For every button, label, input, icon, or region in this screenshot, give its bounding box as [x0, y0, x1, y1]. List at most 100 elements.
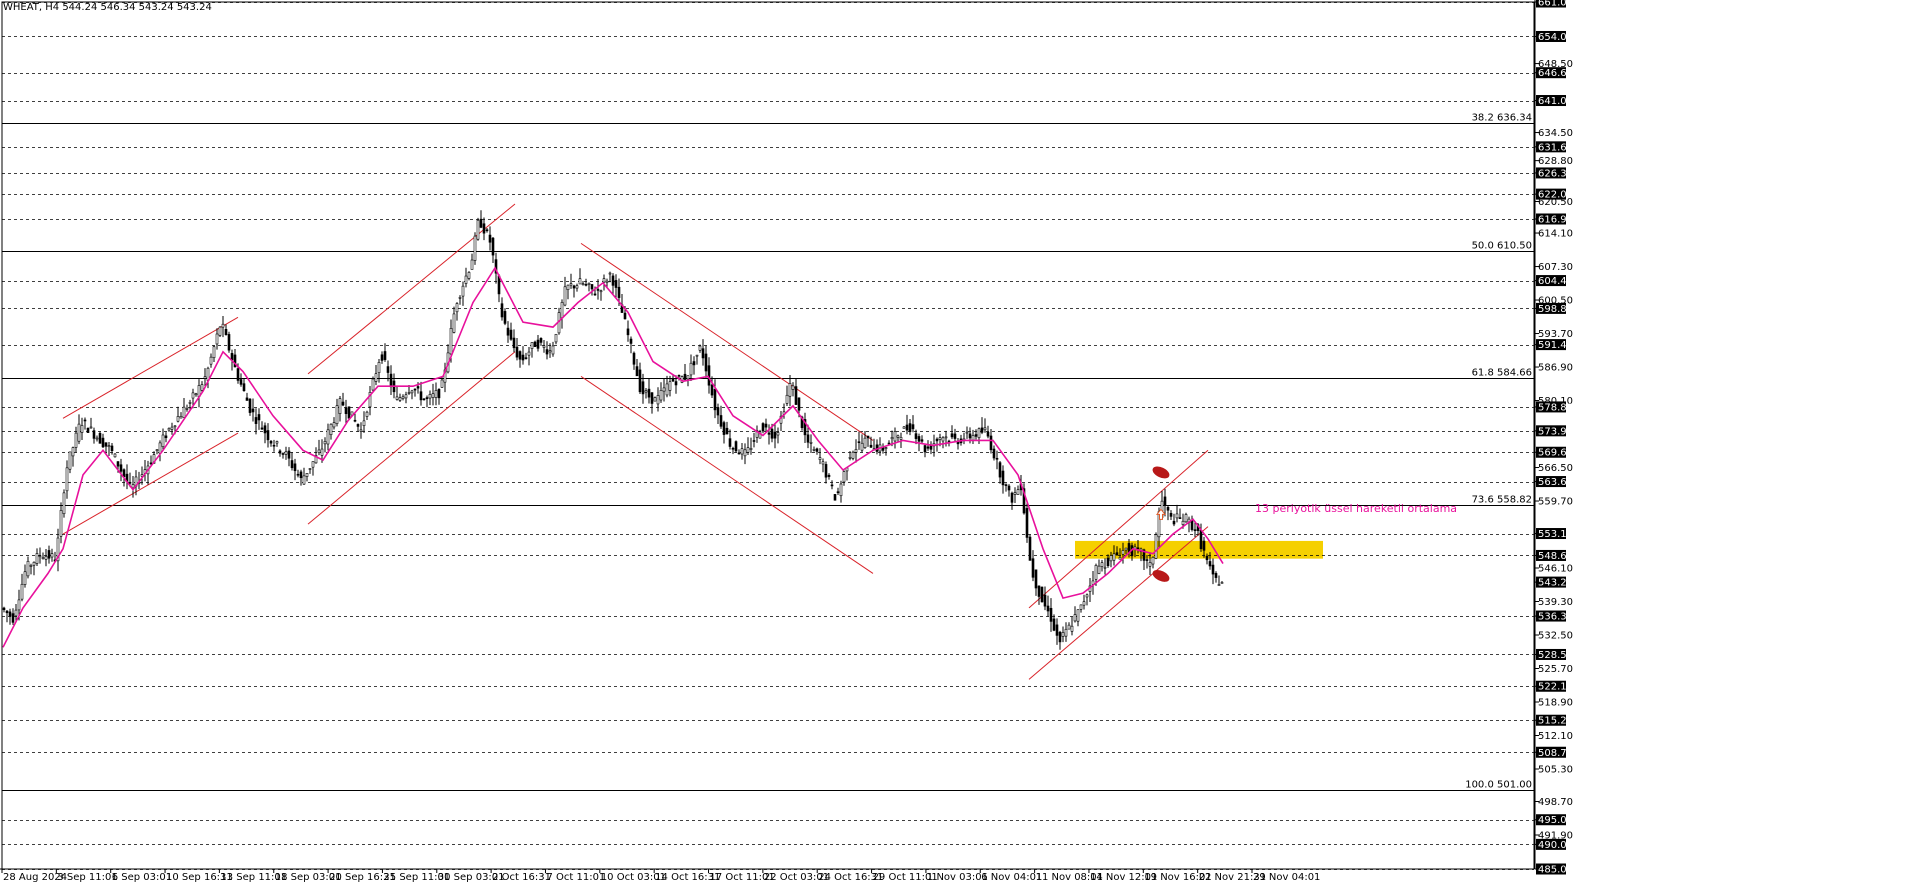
candle-body: [104, 442, 108, 447]
candle-body: [629, 338, 633, 344]
channel-line: [62, 316, 239, 419]
candle-body: [896, 435, 900, 438]
candle-body: [158, 442, 162, 454]
candle-body: [617, 286, 621, 298]
candle-body: [5, 610, 9, 614]
candle-body: [674, 381, 678, 386]
candle-body: [944, 436, 948, 439]
price-label: 498.70: [1538, 797, 1573, 808]
channel-line: [580, 242, 874, 441]
candle-body: [1115, 552, 1119, 556]
candle-body: [200, 384, 204, 391]
candle-body: [581, 283, 585, 285]
candle-body: [302, 475, 306, 485]
candle-body: [839, 483, 843, 497]
candle-body: [854, 449, 858, 453]
candle-body: [425, 397, 429, 399]
candle-body: [794, 386, 798, 405]
candle-body: [734, 441, 738, 452]
candle-body: [1058, 631, 1062, 643]
candle-body: [989, 435, 993, 451]
fib-label: 73.6 558.82: [1472, 495, 1532, 506]
candle-body: [836, 491, 840, 494]
candle-body: [395, 396, 399, 400]
candle-body: [35, 553, 39, 564]
candle-body: [338, 398, 342, 414]
candle-body: [785, 394, 789, 404]
candle-body: [476, 219, 480, 240]
candle-body: [1001, 470, 1005, 486]
candle-body: [659, 390, 663, 401]
candle-body: [422, 398, 426, 401]
candle-body: [335, 405, 339, 424]
candle-body: [1082, 601, 1086, 606]
candle-body: [260, 427, 264, 430]
candle-body: [971, 435, 975, 441]
candle-body: [725, 427, 729, 435]
candle-body: [797, 397, 801, 411]
price-label: 548.65: [1538, 551, 1573, 562]
candle-body: [923, 445, 927, 453]
candle-body: [980, 427, 984, 433]
candle-body: [1181, 520, 1185, 525]
candle-body: [437, 388, 441, 399]
candle-body: [176, 416, 180, 422]
candle-body: [704, 353, 708, 372]
candle-body: [101, 437, 105, 448]
candle-body: [263, 425, 267, 434]
price-label: 569.60: [1538, 448, 1573, 459]
candle-body: [227, 334, 231, 351]
price-label: 626.30: [1538, 168, 1573, 179]
candle-body: [1052, 618, 1056, 631]
candle-body: [65, 467, 69, 492]
candle-body: [590, 284, 594, 290]
candle-body: [1211, 564, 1215, 575]
price-label: 532.50: [1538, 631, 1573, 642]
candle-body: [593, 293, 597, 296]
price-label: 546.10: [1538, 564, 1573, 575]
candle-body: [575, 285, 579, 289]
candle-body: [299, 471, 303, 479]
candle-body: [668, 381, 672, 391]
candle-body: [1172, 520, 1176, 525]
candle-body: [911, 424, 915, 430]
candle-body: [866, 435, 870, 439]
candle-body: [371, 378, 375, 391]
candle-body: [692, 361, 696, 366]
candle-body: [953, 433, 957, 439]
candle-body: [1208, 561, 1212, 567]
candle-body: [212, 346, 216, 359]
candle-body: [266, 430, 270, 441]
price-label: 485.00: [1538, 865, 1573, 876]
time-axis[interactable]: 28 Aug 20243 Sep 11:016 Sep 03:0110 Sep …: [0, 868, 1534, 883]
candle-body: [533, 341, 537, 348]
candle-body: [179, 416, 183, 419]
candle-body: [1199, 530, 1203, 550]
candle-body: [716, 407, 720, 416]
annotation-text: 13 periyotlk üssel hareketli ortalama: [1255, 502, 1457, 515]
candle-body: [752, 440, 756, 442]
candle-body: [653, 397, 657, 402]
price-axis[interactable]: 661.00654.00648.50646.65641.00634.50631.…: [1534, 0, 1573, 876]
candle-body: [1076, 609, 1080, 622]
price-chart[interactable]: 38.2 636.34 50.0 610.50 61.8 584.66 73.6 55…: [0, 0, 1916, 888]
candle-body: [326, 429, 330, 445]
candle-body: [914, 433, 918, 439]
candle-body: [41, 557, 45, 559]
price-label: 631.60: [1538, 142, 1573, 153]
candle-body: [770, 428, 774, 439]
candle-body: [719, 415, 723, 427]
candle-body: [1151, 556, 1155, 565]
candle-body: [389, 373, 393, 388]
candle-body: [155, 449, 159, 451]
candle-body: [1166, 507, 1170, 511]
candle-body: [296, 473, 300, 476]
candle-body: [884, 447, 888, 449]
candle-body: [1220, 582, 1224, 584]
time-label: 7 Oct 11:01: [546, 872, 605, 883]
price-label: 522.10: [1538, 682, 1573, 693]
candle-body: [323, 441, 327, 445]
candle-body: [404, 394, 408, 399]
candle-body: [1202, 540, 1206, 551]
candle-body: [401, 396, 405, 399]
